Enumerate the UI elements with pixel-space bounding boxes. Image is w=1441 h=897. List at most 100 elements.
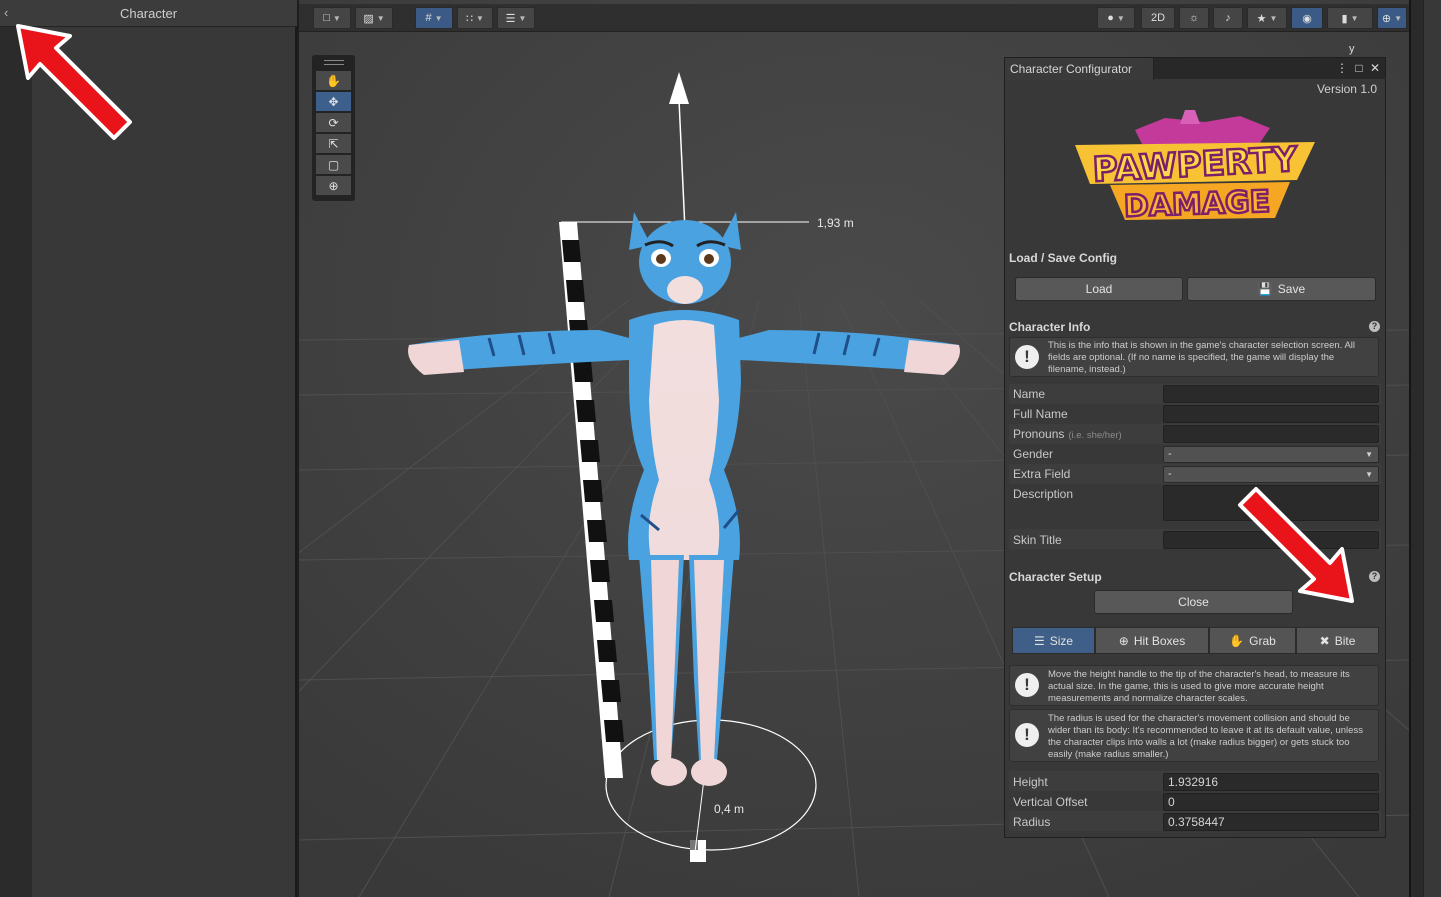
radius-label: Radius [1013,815,1051,829]
rect-tool-button[interactable]: ▢ [316,155,351,174]
2d-toggle[interactable]: 2D [1141,7,1175,29]
height-label: Height [1013,775,1048,789]
character-info-help-text: This is the info that is shown in the ga… [1048,340,1356,375]
extra-field-value: - [1168,468,1172,480]
red-arrow-icon [1238,487,1354,603]
ruler-icon: ☰ [1033,633,1045,648]
gizmo-icon: ⊕ [1381,12,1392,25]
cube-icon: ▨ [363,12,374,25]
camera-icon: ▮ [1341,12,1348,25]
tool-palette: ✋ ✥ ⟳ ⇱ ▢ ⊕ [312,55,355,201]
eye-slash-icon: ◉ [1302,12,1312,25]
visibility-toggle[interactable]: ◉ [1291,7,1323,29]
radius-helpbox: ! The radius is used for the character's… [1009,709,1379,762]
configurator-tab[interactable]: Character Configurator [1005,58,1154,80]
warning-icon: ! [1015,723,1039,747]
ruler-button[interactable]: ☰ ▼ [497,7,535,29]
extra-field-select[interactable]: - ▼ [1163,466,1379,483]
right-panel-strip [1423,0,1441,897]
tab-size[interactable]: ☰ Size [1012,627,1095,654]
game-logo: PAWPERTY DAMAGE [1075,110,1315,226]
gizmos-button[interactable]: ⊕ ▼ [1377,7,1407,29]
tab-bite-label: Bite [1334,633,1356,648]
save-label: Save [1277,282,1306,296]
radius-input[interactable]: 0.3758447 [1163,813,1379,831]
warning-icon: ! [1015,345,1039,369]
lighting-button[interactable]: ● ▼ [1097,7,1135,29]
effects-button[interactable]: ★ ▼ [1247,7,1287,29]
red-arrow-icon [16,24,132,140]
mute-icon: ♪ [1225,12,1231,24]
hand-icon: ✋ [1229,633,1245,648]
view-options-button[interactable]: ▨ ▼ [355,7,393,29]
crossed-tools-icon: ✖ [1319,633,1330,648]
scene-toolbar: □ ▼ ▨ ▼ # ▼ ∷ ▼ ☰ ▼ ● ▼ 2D ☼ ♪ ★ ▼ ◉ ▮ ▼ ⊕ ▼ [299,4,1409,32]
pronouns-hint: (i.e. she/her) [1068,430,1122,441]
hand-tool-button[interactable]: ✋ [316,71,351,90]
maximize-icon[interactable]: □ [1352,60,1366,76]
transform-tool-button[interactable]: ⊕ [316,176,351,195]
height-measure-label: 1,93 m [817,216,854,230]
character-setup-help-icon[interactable]: ? [1369,571,1380,582]
name-label: Name [1013,387,1046,401]
load-button[interactable]: Load [1015,277,1183,301]
axis-label: y [1349,43,1355,55]
height-help-text: Move the height handle to the tip of the… [1048,669,1350,704]
close-label: Close [1178,595,1209,609]
kebab-menu-icon[interactable]: ⋮ [1335,60,1349,76]
pronouns-label-text: Pronouns [1013,427,1065,441]
light-toggle[interactable]: ☼ [1179,7,1209,29]
gender-label: Gender [1013,447,1054,461]
tab-size-label: Size [1049,633,1074,648]
full-name-input[interactable] [1163,405,1379,423]
character-info-helpbox: ! This is the info that is shown in the … [1009,337,1379,377]
close-icon[interactable]: ✕ [1368,60,1382,76]
floppy-icon: 💾 [1257,282,1273,296]
rotate-tool-button[interactable]: ⟳ [316,113,351,132]
gender-select[interactable]: - ▼ [1163,446,1379,463]
version-label: Version 1.0 [1316,82,1377,96]
load-save-title: Load / Save Config [1009,251,1118,265]
rotate-icon: ⟳ [328,115,339,130]
palette-grip[interactable] [323,60,344,65]
height-input[interactable]: 1.932916 [1163,773,1379,791]
character-info-title: Character Info [1009,320,1091,334]
tab-bite[interactable]: ✖ Bite [1296,627,1379,654]
character-configurator-window: Character Configurator ⋮ □ ✕ Version 1.0… [1004,57,1386,838]
draw-mode-button[interactable]: □ ▼ [313,7,351,29]
pronouns-input[interactable] [1163,425,1379,443]
chevron-down-icon: ▼ [1365,450,1373,459]
tab-grab[interactable]: ✋ Grab [1209,627,1296,654]
effects-icon: ★ [1256,12,1267,25]
name-input[interactable] [1163,385,1379,403]
grid-snap-button[interactable]: # ▼ [415,7,453,29]
character-setup-title: Character Setup [1009,570,1102,584]
scale-icon: ⇱ [328,136,339,151]
snap-icon: ∷ [466,12,474,25]
height-helpbox: ! Move the height handle to the tip of t… [1009,665,1379,706]
tab-hit-boxes[interactable]: ⊕ Hit Boxes [1095,627,1209,654]
save-button[interactable]: 💾 Save [1187,277,1376,301]
tab-grab-label: Grab [1249,633,1276,648]
move-tool-button[interactable]: ✥ [316,92,351,111]
vertical-offset-input[interactable]: 0 [1163,793,1379,811]
ruler-icon: ☰ [505,12,516,25]
scale-tool-button[interactable]: ⇱ [316,134,351,153]
target-icon: ⊕ [1118,633,1129,648]
audio-toggle[interactable]: ♪ [1213,7,1243,29]
chevron-down-icon: ▼ [1365,470,1373,479]
svg-text:DAMAGE: DAMAGE [1123,184,1270,224]
bulb-icon: ☼ [1188,12,1200,24]
transform-icon: ⊕ [328,178,339,193]
warning-icon: ! [1015,673,1039,697]
full-name-label: Full Name [1013,407,1068,421]
radius-measure-label: 0,4 m [714,802,744,816]
pronouns-label: Pronouns (i.e. she/her) [1013,427,1122,441]
radius-help-text: The radius is used for the character's m… [1048,713,1363,760]
character-info-help-icon[interactable]: ? [1369,321,1380,332]
camera-button[interactable]: ▮ ▼ [1327,7,1373,29]
gender-value: - [1168,448,1172,460]
increment-snap-button[interactable]: ∷ ▼ [457,7,493,29]
hand-icon: ✋ [326,73,341,88]
move-icon: ✥ [328,94,339,109]
